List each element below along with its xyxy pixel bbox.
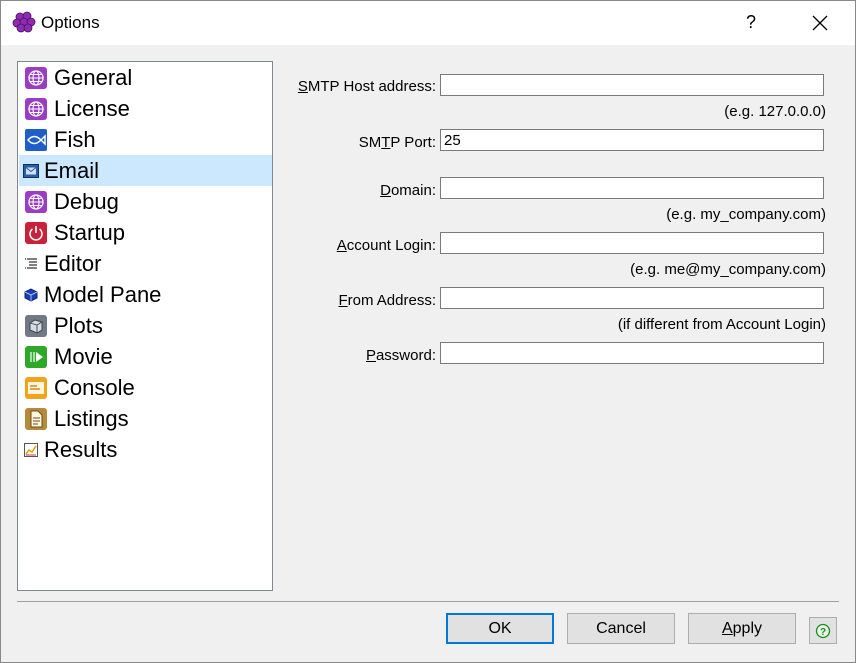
options-category-list[interactable]: General License Fish Email Debug Startup — [17, 61, 273, 591]
help-icon: ? — [815, 623, 831, 638]
nav-item-label: Listings — [54, 405, 129, 431]
nav-item-label: Movie — [54, 343, 113, 369]
globe-icon — [24, 66, 48, 90]
nav-item-label: General — [54, 64, 133, 90]
document-icon — [24, 407, 48, 431]
window-title: Options — [41, 13, 100, 32]
domain-input[interactable] — [440, 177, 824, 199]
context-help-button[interactable]: ? — [809, 617, 837, 644]
from-address-input[interactable] — [440, 287, 824, 309]
nav-item-label: Results — [44, 436, 118, 462]
nav-item-label: Startup — [54, 219, 125, 245]
smtp-host-label: SMTP Host address: — [297, 78, 436, 95]
password-input[interactable] — [440, 342, 824, 364]
nav-item-label: License — [54, 95, 130, 121]
from-address-hint: (if different from Account Login) — [617, 316, 826, 333]
nav-item-startup[interactable]: Startup — [19, 217, 272, 248]
nav-item-results[interactable]: Results — [19, 434, 272, 465]
nav-item-label: Model Pane — [44, 281, 162, 307]
nav-item-label: Fish — [54, 126, 96, 152]
divider — [17, 601, 839, 602]
globe-icon — [24, 190, 48, 214]
box-icon — [24, 314, 48, 338]
play-icon — [24, 345, 48, 369]
console-icon — [24, 376, 48, 400]
chart-icon — [22, 441, 40, 459]
smtp-port-label: SMTP Port: — [358, 134, 436, 151]
svg-text:?: ? — [820, 627, 826, 638]
nav-item-label: Debug — [54, 188, 119, 214]
nav-item-label: Email — [44, 157, 100, 183]
nav-item-movie[interactable]: Movie — [19, 341, 272, 372]
account-login-hint: (e.g. me@my_company.com) — [630, 261, 826, 278]
power-icon — [24, 221, 48, 245]
apply-button[interactable]: Apply — [688, 613, 796, 644]
nav-item-editor[interactable]: Editor — [19, 248, 272, 279]
from-address-label: From Address: — [338, 292, 436, 309]
account-login-label: Account Login: — [336, 237, 436, 254]
globe-icon — [24, 97, 48, 121]
smtp-host-hint: (e.g. 127.0.0.0) — [724, 103, 826, 120]
nav-item-model-pane[interactable]: Model Pane — [19, 279, 272, 310]
domain-hint: (e.g. my_company.com) — [666, 206, 826, 223]
domain-label: Domain: — [380, 182, 436, 199]
close-button[interactable] — [797, 0, 843, 45]
nav-item-console[interactable]: Console — [19, 372, 272, 403]
nav-item-listings[interactable]: Listings — [19, 403, 272, 434]
nav-item-license[interactable]: License — [19, 93, 272, 124]
help-button[interactable]: ? — [728, 0, 774, 45]
cancel-button[interactable]: Cancel — [567, 613, 675, 644]
nav-item-label: Console — [54, 374, 135, 400]
password-label: Password: — [365, 347, 436, 364]
fish-icon — [24, 128, 48, 152]
smtp-host-input[interactable] — [440, 74, 824, 96]
title-bar: Options ? — [0, 0, 856, 45]
nav-item-label: Plots — [54, 312, 103, 338]
cube-icon — [22, 286, 40, 304]
close-icon — [812, 15, 828, 30]
nav-item-email[interactable]: Email — [19, 155, 272, 186]
envelope-icon — [22, 162, 40, 180]
account-login-input[interactable] — [440, 232, 824, 254]
text-lines-icon — [22, 255, 40, 273]
grapes-icon — [12, 11, 36, 33]
nav-item-plots[interactable]: Plots — [19, 310, 272, 341]
ok-button[interactable]: OK — [446, 613, 554, 644]
nav-item-label: Editor — [44, 250, 102, 276]
nav-item-fish[interactable]: Fish — [19, 124, 272, 155]
nav-item-general[interactable]: General — [19, 62, 272, 93]
smtp-port-input[interactable]: 25 — [440, 129, 824, 151]
nav-item-debug[interactable]: Debug — [19, 186, 272, 217]
